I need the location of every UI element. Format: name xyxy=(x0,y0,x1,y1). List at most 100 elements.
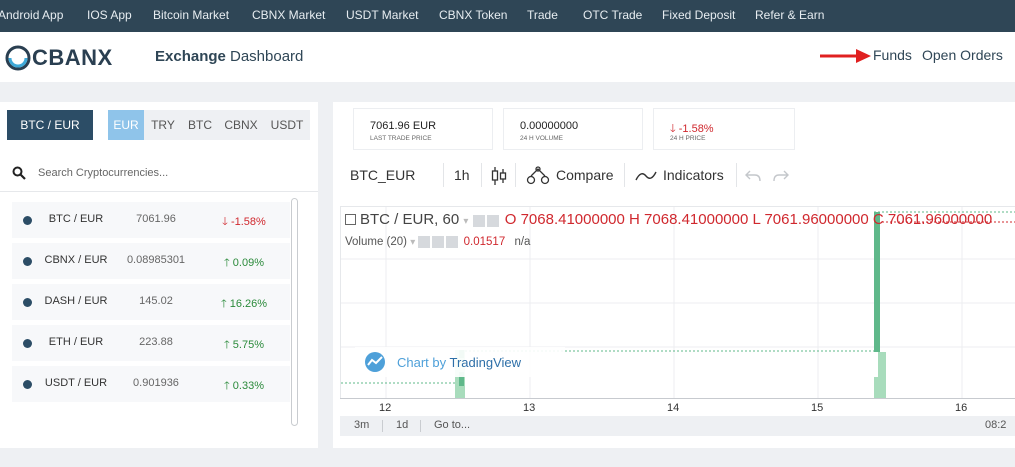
volume-na: n/a xyxy=(514,236,531,249)
topnav-ios-app[interactable]: IOS App xyxy=(87,0,132,32)
x-tick-label: 16 xyxy=(955,402,968,414)
search-input[interactable] xyxy=(38,163,288,183)
logo-ring-icon xyxy=(5,45,31,71)
search-icon xyxy=(12,166,26,180)
time-axis[interactable]: 12 13 14 15 16 xyxy=(340,398,1015,418)
topnav-bitcoin-market[interactable]: Bitcoin Market xyxy=(153,0,229,32)
arrow-up-icon: 🡑 xyxy=(224,257,233,269)
undo-icon xyxy=(745,170,761,182)
undo-button[interactable] xyxy=(745,158,761,192)
market-list-scrollbar[interactable] xyxy=(291,198,298,426)
site-header: CBANX Exchange Dashboard Funds Open Orde… xyxy=(0,32,1015,82)
chart-toolbar: BTC_EUR 1h Compare Indicators xyxy=(333,158,1015,192)
candlestick-icon xyxy=(491,167,507,186)
status-dot xyxy=(23,257,32,266)
market-pair: ETH / EUR xyxy=(48,336,104,348)
nav-funds[interactable]: Funds xyxy=(873,47,912,63)
status-dot xyxy=(23,339,32,348)
candle-style-button[interactable] xyxy=(490,158,508,192)
cbanx-logo[interactable]: CBANX xyxy=(4,44,129,72)
tab-cbnx[interactable]: CBNX xyxy=(218,110,264,140)
ohlc-high: H 7068.41000000 xyxy=(629,211,749,228)
market-row-cbnx-eur[interactable]: CBNX / EUR 0.08985301 🡑 0.09% xyxy=(12,243,290,279)
market-price: 0.08985301 xyxy=(126,254,186,266)
topnav-android-app[interactable]: Android App xyxy=(0,0,63,32)
range-1d-button[interactable]: 1d xyxy=(396,419,408,431)
volume-label: Volume (20) xyxy=(345,236,408,249)
nav-open-orders[interactable]: Open Orders xyxy=(922,47,1003,63)
topnav-otc-trade[interactable]: OTC Trade xyxy=(583,0,642,32)
top-navigation-bar: Android App IOS App Bitcoin Market CBNX … xyxy=(0,0,1015,32)
x-tick-label: 15 xyxy=(811,402,824,414)
chevron-down-icon: ▾ xyxy=(463,216,469,227)
topnav-cbnx-market[interactable]: CBNX Market xyxy=(252,0,325,32)
market-change: 🡓 -1.58% xyxy=(222,216,266,228)
topnav-trade[interactable]: Trade xyxy=(527,0,558,32)
price-change-label: 24 H PRICE xyxy=(670,135,706,142)
redo-button[interactable] xyxy=(773,158,789,192)
topnav-fixed-deposit[interactable]: Fixed Deposit xyxy=(662,0,735,32)
stat-last-trade-price: 7061.96 EUR LAST TRADE PRICE xyxy=(353,108,493,150)
tab-usdt[interactable]: USDT xyxy=(264,110,310,140)
red-arrow-annotation-icon xyxy=(820,49,871,63)
market-price: 7061.96 xyxy=(136,213,176,225)
market-row-eth-eur[interactable]: ETH / EUR 223.88 🡑 5.75% xyxy=(12,325,290,361)
settings-icon[interactable] xyxy=(432,236,445,248)
volume-label: 24 H VOLUME xyxy=(520,135,563,142)
interval-button[interactable]: 1h xyxy=(454,158,470,192)
indicators-button[interactable]: Indicators xyxy=(635,158,724,192)
selected-pair-button[interactable]: BTC / EUR xyxy=(7,110,93,140)
x-tick-label: 12 xyxy=(379,402,392,414)
ohlc-low: L 7061.96000000 xyxy=(752,211,869,228)
tradingview-watermark[interactable]: Chart by TradingView xyxy=(355,347,565,377)
chevron-down-icon: ▾ xyxy=(410,237,416,249)
nav-dashboard[interactable]: Dashboard xyxy=(230,48,303,65)
nav-exchange[interactable]: Exchange xyxy=(155,48,226,65)
stat-24h-volume: 0.00000000 24 H VOLUME xyxy=(503,108,643,150)
tab-btc[interactable]: BTC xyxy=(182,110,218,140)
market-pair: DASH / EUR xyxy=(44,295,108,307)
market-row-dash-eur[interactable]: DASH / EUR 145.02 🡑 16.26% xyxy=(12,284,290,320)
last-price-value: 7061.96 EUR xyxy=(370,120,437,132)
status-dot xyxy=(23,380,32,389)
market-row-usdt-eur[interactable]: USDT / EUR 0.901936 🡑 0.33% xyxy=(12,366,290,402)
arrow-up-icon: 🡑 xyxy=(220,298,230,310)
topnav-cbnx-token[interactable]: CBNX Token xyxy=(439,0,507,32)
market-change: 🡑 16.26% xyxy=(220,298,268,310)
status-dot xyxy=(23,216,32,225)
watermark-text: Chart by TradingView xyxy=(397,355,522,370)
volume-bar xyxy=(874,377,879,399)
price-chart[interactable]: BTC / EUR, 60 ▾ O 7068.41000000 H 7068.4… xyxy=(340,206,1015,418)
market-change: 🡑 0.09% xyxy=(224,257,264,269)
market-price: 223.88 xyxy=(139,336,173,348)
settings-icon[interactable] xyxy=(486,214,499,227)
range-3m-button[interactable]: 3m xyxy=(354,419,369,431)
legend-controls[interactable] xyxy=(472,212,501,229)
symbol-search-button[interactable]: BTC_EUR xyxy=(350,158,415,192)
compare-button[interactable]: Compare xyxy=(526,158,614,192)
topnav-refer-earn[interactable]: Refer & Earn xyxy=(755,0,824,32)
market-price: 145.02 xyxy=(139,295,173,307)
goto-button[interactable]: Go to... xyxy=(434,419,470,431)
time-label: 08:2 xyxy=(985,419,1007,431)
market-change: 🡑 0.33% xyxy=(224,380,264,392)
chart-bottom-bar: 3m 1d Go to... 08:2 xyxy=(340,416,1015,436)
eye-icon[interactable] xyxy=(418,236,431,248)
close-icon[interactable] xyxy=(446,236,459,248)
tab-try[interactable]: TRY xyxy=(144,110,182,140)
market-row-btc-eur[interactable]: BTC / EUR 7061.96 🡓 -1.58% xyxy=(12,202,290,238)
collapse-icon[interactable] xyxy=(345,213,356,225)
market-list-panel: BTC / EUR EUR TRY BTC CBNX USDT BTC / EU… xyxy=(0,102,318,448)
arrow-down-icon: 🡓 xyxy=(222,216,231,228)
cloud-icon xyxy=(365,352,385,372)
eye-icon[interactable] xyxy=(472,214,485,227)
volume-controls[interactable] xyxy=(418,236,460,248)
market-pair: USDT / EUR xyxy=(44,377,108,389)
market-change: 🡑 5.75% xyxy=(224,339,264,351)
tab-eur[interactable]: EUR xyxy=(108,110,144,140)
indicators-icon xyxy=(635,171,657,181)
arrow-up-icon: 🡑 xyxy=(224,339,233,351)
compare-icon xyxy=(526,166,550,185)
chart-panel: 7061.96 EUR LAST TRADE PRICE 0.00000000 … xyxy=(333,102,1015,448)
topnav-usdt-market[interactable]: USDT Market xyxy=(346,0,418,32)
